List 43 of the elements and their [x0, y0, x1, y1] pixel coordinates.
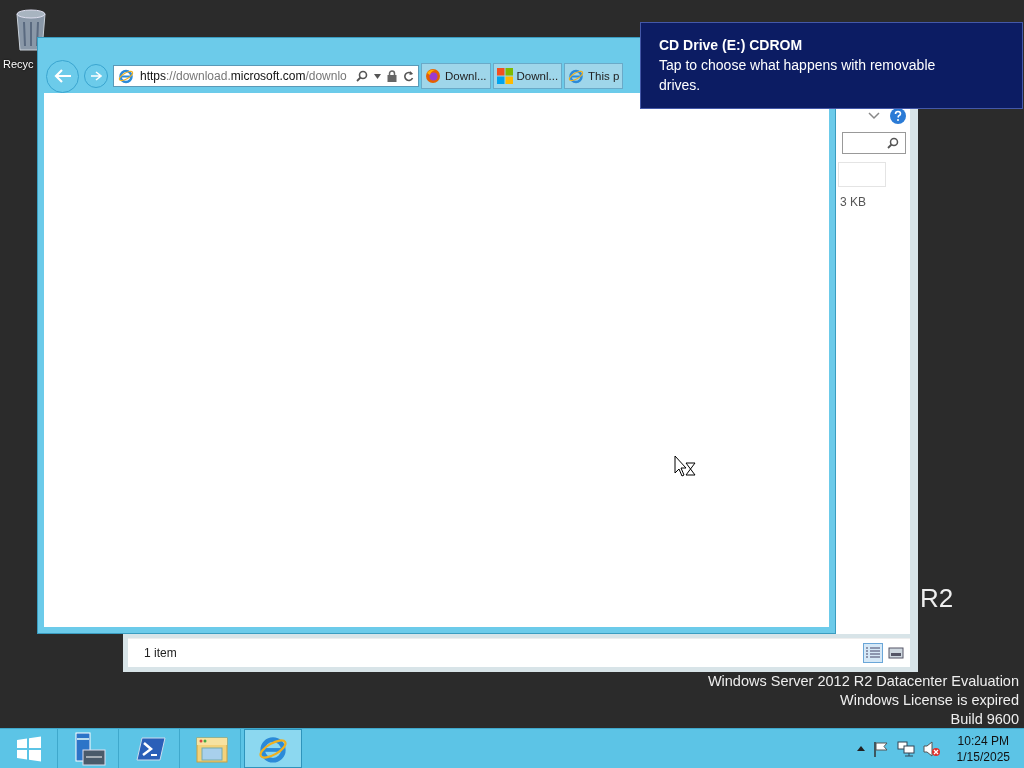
busy-cursor-icon	[674, 455, 696, 477]
clock-time: 10:24 PM	[957, 732, 1009, 749]
flag-icon[interactable]	[872, 740, 889, 757]
desktop-icon-label[interactable]: Recyc	[3, 58, 34, 70]
address-text: https://download.microsoft.com/downlo	[140, 69, 348, 83]
file-size: 3 KB	[840, 195, 866, 209]
dropdown-caret-icon[interactable]	[374, 73, 381, 79]
browser-tab[interactable]: This p	[564, 63, 624, 89]
chevron-icon[interactable]	[868, 112, 880, 120]
four-squares-icon	[496, 68, 513, 84]
watermark-text: R2	[920, 583, 954, 614]
network-icon[interactable]	[896, 740, 915, 757]
recycle-bin-icon[interactable]	[13, 8, 49, 52]
windows-logo-icon	[15, 735, 42, 762]
muted-speaker-icon[interactable]	[922, 740, 941, 757]
browser-logo-icon	[425, 68, 441, 84]
browser-tab[interactable]: Downl...	[492, 63, 563, 89]
lock-icon[interactable]	[387, 70, 397, 82]
item-count: 1 item	[144, 646, 177, 660]
forward-arrow-icon	[90, 71, 102, 81]
search-icon	[887, 137, 899, 149]
watermark-text: Windows Server 2012 R2 Datacenter Evaluation	[707, 672, 1019, 691]
clock-date: 1/15/2025	[956, 748, 1010, 765]
search-icon[interactable]	[356, 70, 368, 82]
back-arrow-icon	[53, 69, 72, 83]
notification-toast[interactable]: CD Drive (E:) CDROM Tap to choose what happens with removable drives.	[640, 22, 1023, 109]
watermark-text: Build 9600	[950, 710, 1019, 729]
clock[interactable]: 10:24 PM 1/15/2025	[956, 732, 1010, 765]
search-field[interactable]	[842, 132, 906, 154]
help-icon[interactable]	[890, 108, 906, 124]
watermark-text: Windows License is expired	[840, 691, 1019, 710]
address-bar[interactable]: https://download.microsoft.com/downlo	[113, 65, 419, 87]
back-button[interactable]	[46, 59, 79, 93]
browser-icon	[118, 68, 134, 84]
folder-icon	[195, 734, 228, 763]
notification-title: CD Drive (E:) CDROM	[659, 36, 804, 55]
refresh-icon[interactable]	[403, 70, 414, 82]
show-hidden-icons-icon[interactable]	[856, 746, 865, 751]
terminal-icon	[135, 735, 166, 762]
notification-message: Tap to choose what happens with removable drives.	[659, 56, 937, 95]
browser-tab[interactable]: Downl...	[421, 63, 491, 89]
browser-icon	[568, 68, 585, 84]
server-icon	[72, 731, 107, 766]
